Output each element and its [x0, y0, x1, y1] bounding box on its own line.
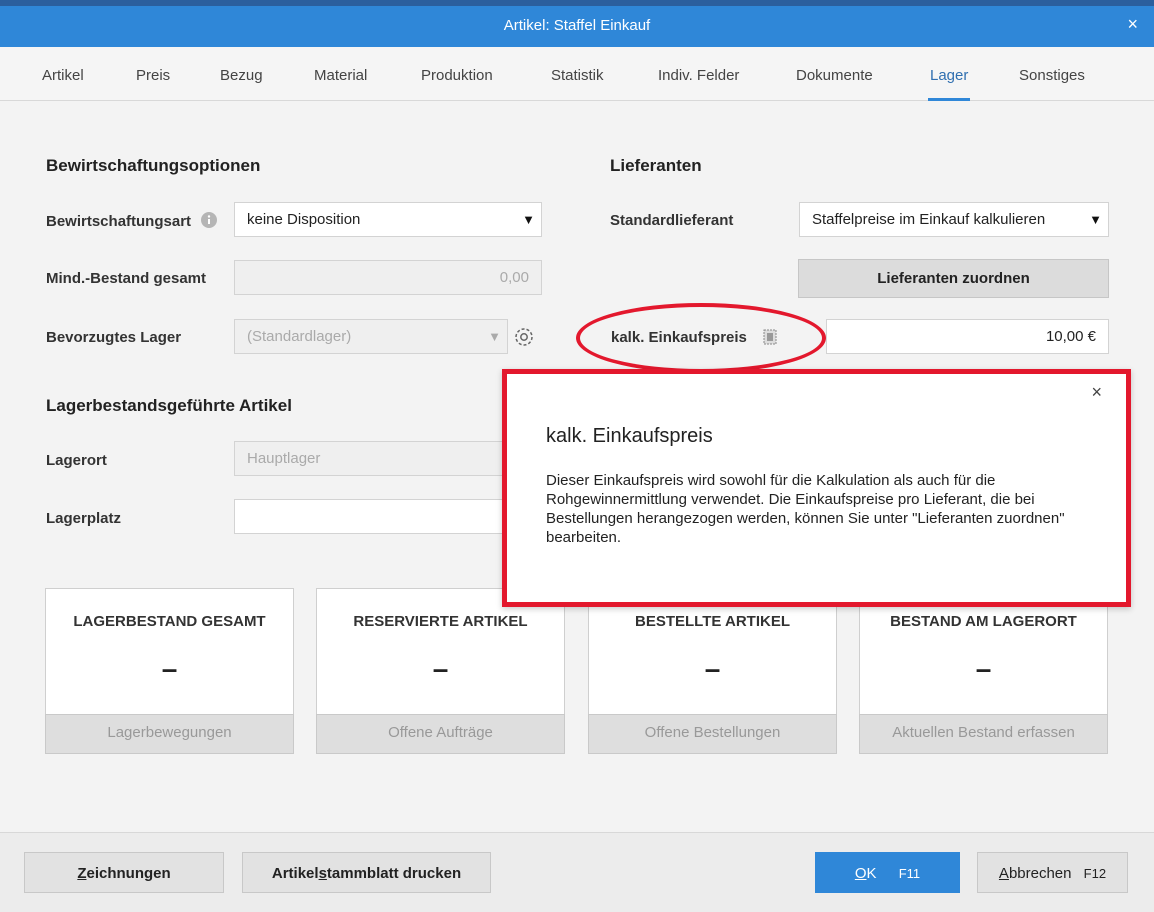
- card-bestellte-artikel: BESTELLTE ARTIKEL – Offene Bestellungen: [588, 588, 837, 754]
- bewirtschaftungsart-value: keine Disposition: [247, 211, 361, 228]
- drucken-label-b: tammblatt drucken: [326, 865, 462, 882]
- title-bar: Artikel: Staffel Einkauf ×: [0, 6, 1154, 47]
- offene-auftraege-button[interactable]: Offene Aufträge: [316, 714, 565, 754]
- abbrechen-label: bbrechen: [1008, 865, 1072, 882]
- tab-lager[interactable]: Lager: [927, 67, 971, 101]
- standardlieferant-select[interactable]: Staffelpreise im Einkauf kalkulieren ▼: [799, 202, 1109, 237]
- drucken-mnemonic: s: [318, 865, 327, 882]
- ok-shortcut: F11: [898, 866, 921, 881]
- help-tooltip: × kalk. Einkaufspreis Dieser Einkaufspre…: [502, 369, 1131, 607]
- abbrechen-mnemonic: A: [998, 865, 1009, 882]
- bewirtschaftungsart-label-text: Bewirtschaftungsart: [46, 213, 192, 230]
- card-title: BESTAND AM LAGERORT: [890, 613, 1077, 630]
- mind-bestand-field: 0,00: [234, 260, 542, 295]
- info-icon[interactable]: [201, 212, 218, 228]
- tab-artikel[interactable]: Artikel: [42, 67, 84, 84]
- tab-material[interactable]: Material: [314, 67, 367, 84]
- lagerort-label: Lagerort: [46, 452, 107, 469]
- standardlieferant-label: Standardlieferant: [610, 212, 734, 229]
- abbrechen-button[interactable]: Abbrechen F12: [977, 852, 1128, 893]
- section-lieferanten: Lieferanten: [610, 156, 702, 175]
- card-title: BESTELLTE ARTIKEL: [635, 613, 790, 630]
- tooltip-title: kalk. Einkaufspreis: [546, 425, 713, 447]
- card-value: –: [975, 653, 992, 684]
- card-value: –: [432, 653, 449, 684]
- bestand-erfassen-button[interactable]: Aktuellen Bestand erfassen: [859, 714, 1108, 754]
- ok-mnemonic: O: [854, 865, 867, 882]
- tab-sonstiges[interactable]: Sonstiges: [1019, 67, 1085, 84]
- bewirtschaftungsart-select[interactable]: keine Disposition ▼: [234, 202, 542, 237]
- section-bewirtschaftungsoptionen: Bewirtschaftungsoptionen: [46, 156, 261, 175]
- tab-bezug[interactable]: Bezug: [220, 67, 263, 84]
- tab-indiv-felder[interactable]: Indiv. Felder: [658, 67, 739, 84]
- tab-preis[interactable]: Preis: [136, 67, 170, 84]
- zeichnungen-mnemonic: Z: [77, 865, 87, 882]
- bevorzugtes-lager-value: (Standardlager): [247, 328, 352, 345]
- close-icon[interactable]: ×: [1091, 382, 1102, 403]
- standardlieferant-value: Staffelpreise im Einkauf kalkulieren: [812, 211, 1046, 228]
- lagerplatz-input[interactable]: [234, 499, 508, 534]
- tooltip-body: Dieser Einkaufspreis wird sowohl für die…: [546, 472, 1065, 546]
- lagerplatz-label: Lagerplatz: [46, 510, 122, 527]
- tab-dokumente[interactable]: Dokumente: [796, 67, 873, 84]
- tab-produktion[interactable]: Produktion: [421, 67, 493, 84]
- tab-statistik[interactable]: Statistik: [551, 67, 604, 84]
- caret-down-icon: ▼: [1089, 212, 1102, 227]
- bevorzugtes-lager-label: Bevorzugtes Lager: [46, 329, 182, 346]
- lagerbewegungen-button[interactable]: Lagerbewegungen: [45, 714, 294, 754]
- lagerort-field: Hauptlager: [234, 441, 508, 476]
- ok-button[interactable]: OK F11: [815, 852, 960, 893]
- card-bestand-am-lagerort: BESTAND AM LAGERORT – Aktuellen Bestand …: [859, 588, 1108, 754]
- drucken-label-a: Artikel: [271, 865, 319, 882]
- kalk-einkaufspreis-field[interactable]: 10,00 €: [826, 319, 1109, 354]
- lieferanten-zuordnen-button[interactable]: Lieferanten zuordnen: [798, 259, 1109, 298]
- mind-bestand-label: Mind.-Bestand gesamt: [46, 270, 207, 287]
- zeichnungen-label: eichnungen: [86, 865, 171, 882]
- gear-icon[interactable]: [512, 325, 536, 349]
- section-lagerbestand: Lagerbestandsgeführte Artikel: [46, 396, 292, 415]
- card-reservierte-artikel: RESERVIERTE ARTIKEL – Offene Aufträge: [316, 588, 565, 754]
- window-title: Artikel: Staffel Einkauf: [503, 17, 651, 34]
- card-value: –: [704, 653, 721, 684]
- bevorzugtes-lager-select: (Standardlager) ▼: [234, 319, 508, 354]
- offene-bestellungen-button[interactable]: Offene Bestellungen: [588, 714, 837, 754]
- zeichnungen-button[interactable]: Zeichnungen: [24, 852, 224, 893]
- card-title: LAGERBESTAND GESAMT: [73, 613, 266, 630]
- abbrechen-shortcut: F12: [1083, 866, 1107, 881]
- card-title: RESERVIERTE ARTIKEL: [353, 613, 528, 630]
- caret-down-icon: ▼: [522, 212, 535, 227]
- tab-bar: Artikel Preis Bezug Material Produktion …: [0, 47, 1154, 101]
- bewirtschaftungsart-label: Bewirtschaftungsart: [46, 212, 218, 230]
- highlight-ellipse: [576, 303, 826, 373]
- caret-down-icon: ▼: [488, 329, 501, 344]
- artikelstammblatt-drucken-button[interactable]: Artikelstammblatt drucken: [242, 852, 491, 893]
- ok-label: K: [866, 865, 877, 882]
- close-icon[interactable]: ×: [1127, 14, 1138, 35]
- card-value: –: [161, 653, 178, 684]
- card-lagerbestand-gesamt: LAGERBESTAND GESAMT – Lagerbewegungen: [45, 588, 294, 754]
